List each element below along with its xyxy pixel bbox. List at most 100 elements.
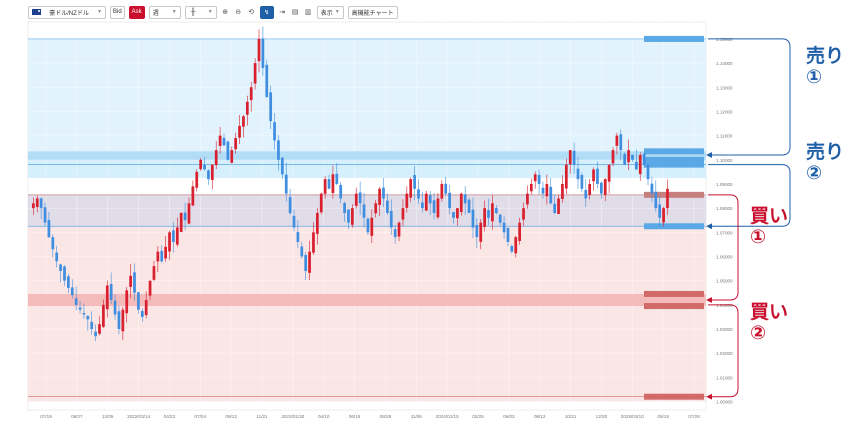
level-tag <box>644 290 704 297</box>
level-tag <box>644 35 704 42</box>
candle-body <box>370 217 374 236</box>
level-tag <box>644 393 704 400</box>
candle-body <box>113 300 117 315</box>
candle-body <box>666 188 669 209</box>
x-tick-label: 07/19 <box>40 414 52 419</box>
annotation-sell-2: 売り ② <box>806 142 844 184</box>
level-tag <box>644 223 704 230</box>
candle-body <box>545 183 549 197</box>
annotation-buy-2: 買い ② <box>750 302 789 344</box>
candle-body <box>343 202 346 213</box>
candle-body <box>304 254 308 271</box>
candle-body <box>327 179 331 189</box>
candle-body <box>39 198 43 209</box>
candle-body <box>646 164 650 180</box>
zone-buy-3 <box>28 226 706 402</box>
candle-body <box>249 87 253 101</box>
candle-body <box>222 137 226 146</box>
candle-body <box>70 287 74 296</box>
candle-body <box>133 272 136 293</box>
candle-body <box>117 311 121 330</box>
candle-body <box>308 251 311 273</box>
x-tick-label: 04/10 <box>318 414 330 419</box>
candle-body <box>74 298 78 305</box>
candle-body <box>386 200 389 213</box>
candle-body <box>195 171 199 188</box>
candle-body <box>623 154 627 165</box>
candle-body <box>78 307 82 310</box>
x-tick-label: 07/28 <box>688 414 700 419</box>
candle-body <box>358 192 362 204</box>
x-tick-label: 07/04 <box>195 414 207 419</box>
candle-body <box>483 208 486 227</box>
candle-body <box>319 193 323 213</box>
candle-body <box>596 168 599 184</box>
y-tick-label: 1.03000 <box>716 327 733 332</box>
candle-body <box>514 237 518 254</box>
x-tick-label: 2025/03/10 <box>621 414 644 419</box>
candle-body <box>615 135 619 146</box>
candle-body <box>459 193 463 213</box>
candle-body <box>43 207 47 223</box>
candle-body <box>312 232 315 253</box>
annotation-buy-1: 買い ① <box>750 206 789 248</box>
candle-body <box>94 331 97 337</box>
candle-body <box>553 203 557 213</box>
sell-2-bracket-arrow <box>706 223 713 230</box>
x-tick-label: 11/06 <box>411 414 423 419</box>
x-tick-label: 2024/01/15 <box>436 414 459 419</box>
candle-body <box>187 203 191 224</box>
candle-body <box>533 174 537 182</box>
candle-body <box>522 208 525 220</box>
y-tick-label: 1.02000 <box>716 351 733 356</box>
annotation-sell-1: 売り ① <box>806 46 844 88</box>
price-chart[interactable]: 07/19 08/27 12/05 2022/03/14 04/22 07/04 09/12… <box>0 0 844 422</box>
candle-body <box>137 292 140 310</box>
candle-body <box>32 203 35 209</box>
candle-body <box>226 141 230 160</box>
candle-body <box>526 193 529 205</box>
x-tick-label: 08/27 <box>71 414 83 419</box>
candle-body <box>129 275 132 287</box>
candle-body <box>288 196 292 213</box>
candle-body <box>148 280 152 296</box>
candle-body <box>179 212 183 232</box>
candle-body <box>397 222 401 237</box>
candle-body <box>650 183 654 194</box>
candle-body <box>339 184 343 199</box>
candle-body <box>242 116 245 127</box>
candle-body <box>421 202 424 209</box>
candle-body <box>277 140 280 160</box>
y-tick-label: 1.05000 <box>716 279 733 284</box>
candle-body <box>366 218 370 233</box>
x-tick-label: 04/22 <box>164 414 176 419</box>
candle-body <box>164 246 167 259</box>
buy-1-bracket-arrow <box>706 297 713 303</box>
candle-body <box>105 285 109 310</box>
x-tick-label: 08/12 <box>534 414 546 419</box>
y-tick-label: 1.00000 <box>716 400 733 405</box>
candle-body <box>584 189 588 199</box>
candle-body <box>440 183 444 199</box>
candle-body <box>518 222 522 242</box>
x-tick-label: 09/12 <box>225 414 237 419</box>
candle-body <box>588 183 592 195</box>
candle-body <box>86 315 90 320</box>
candle-body <box>572 150 576 165</box>
candle-body <box>494 208 498 213</box>
candle-body <box>35 198 39 208</box>
candle-body <box>662 208 665 223</box>
candle-body <box>109 284 113 301</box>
candle-body <box>90 321 94 330</box>
candle-body <box>428 195 432 204</box>
candle-body <box>152 266 156 280</box>
y-tick-label: 1.08000 <box>716 206 733 211</box>
candle-body <box>269 92 273 122</box>
candle-body <box>382 187 385 199</box>
candle-body <box>607 164 611 182</box>
candle-body <box>315 212 319 234</box>
candle-body <box>393 229 397 238</box>
candle-body <box>654 191 658 209</box>
zone-sell-1 <box>28 38 706 157</box>
candle-body <box>172 230 175 242</box>
